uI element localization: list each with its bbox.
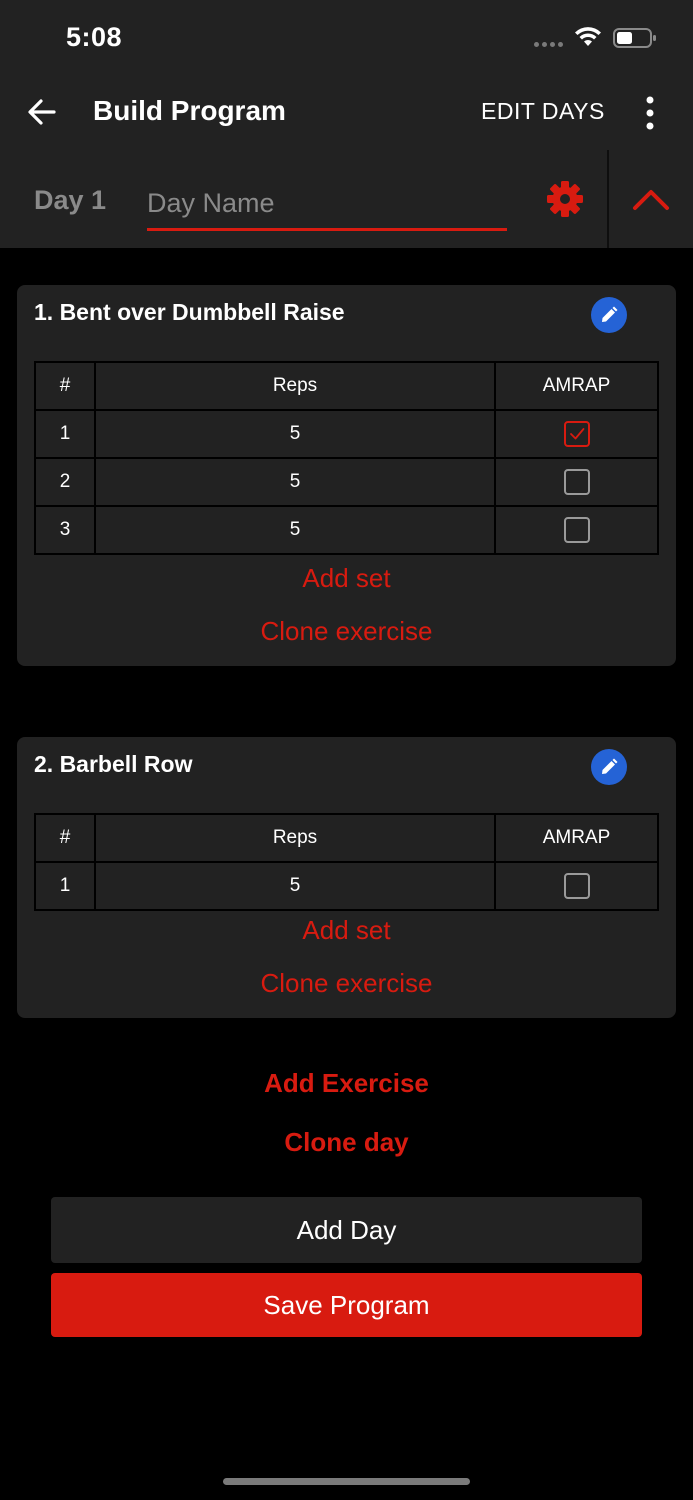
header-num: #: [34, 813, 96, 863]
amrap-cell: [494, 457, 659, 507]
add-set-button[interactable]: Add set: [17, 563, 676, 594]
battery-icon: [613, 28, 656, 48]
edit-exercise-button[interactable]: [591, 749, 627, 785]
set-number: 2: [34, 457, 96, 507]
amrap-cell: [494, 861, 659, 911]
signal-icon: [534, 42, 563, 47]
more-vertical-icon[interactable]: [636, 94, 664, 132]
amrap-checkbox[interactable]: [563, 421, 590, 447]
table-row: 1 5: [34, 409, 659, 459]
back-arrow-icon[interactable]: [26, 96, 58, 128]
header-reps: Reps: [94, 361, 496, 411]
set-number: 1: [34, 861, 96, 911]
amrap-cell: [494, 505, 659, 555]
set-number: 1: [34, 409, 96, 459]
header-num: #: [34, 361, 96, 411]
table-header-row: # Reps AMRAP: [34, 361, 659, 411]
add-day-button[interactable]: Add Day: [51, 1197, 642, 1263]
gear-icon[interactable]: [546, 180, 584, 218]
add-exercise-button[interactable]: Add Exercise: [0, 1068, 693, 1099]
pencil-icon: [602, 758, 618, 774]
set-reps[interactable]: 5: [94, 861, 496, 911]
edit-days-button[interactable]: EDIT DAYS: [481, 98, 605, 125]
exercise-card: 1. Bent over Dumbbell Raise # Reps AMRAP…: [17, 285, 676, 666]
app-bar: Build Program EDIT DAYS: [0, 76, 693, 150]
wifi-icon: [575, 27, 601, 46]
home-indicator[interactable]: [223, 1478, 470, 1485]
set-reps[interactable]: 5: [94, 505, 496, 555]
set-number: 3: [34, 505, 96, 555]
add-set-button[interactable]: Add set: [17, 915, 676, 946]
exercise-title: 1. Bent over Dumbbell Raise: [34, 299, 345, 325]
header-amrap: AMRAP: [494, 361, 659, 411]
exercise-card: 2. Barbell Row # Reps AMRAP 1 5 Add set …: [17, 737, 676, 1018]
day-label: Day 1: [34, 185, 107, 215]
set-reps[interactable]: 5: [94, 457, 496, 507]
header-amrap: AMRAP: [494, 813, 659, 863]
sets-table: # Reps AMRAP 1 5: [34, 813, 659, 911]
clone-day-button[interactable]: Clone day: [0, 1127, 693, 1158]
day-name-input[interactable]: [147, 178, 507, 231]
clone-exercise-button[interactable]: Clone exercise: [17, 968, 676, 999]
table-header-row: # Reps AMRAP: [34, 813, 659, 863]
pencil-icon: [602, 306, 618, 322]
amrap-cell: [494, 409, 659, 459]
day-row-divider: [607, 150, 609, 248]
exercise-title: 2. Barbell Row: [34, 751, 193, 777]
edit-exercise-button[interactable]: [591, 297, 627, 333]
clone-exercise-button[interactable]: Clone exercise: [17, 616, 676, 647]
status-time: 5:08: [66, 22, 123, 52]
page-title: Build Program: [93, 95, 286, 126]
header-reps: Reps: [94, 813, 496, 863]
table-row: 3 5: [34, 505, 659, 555]
set-reps[interactable]: 5: [94, 409, 496, 459]
amrap-checkbox[interactable]: [563, 517, 590, 543]
status-bar: 5:08: [0, 0, 693, 76]
table-row: 2 5: [34, 457, 659, 507]
table-row: 1 5: [34, 861, 659, 911]
save-program-button[interactable]: Save Program: [51, 1273, 642, 1337]
checkmark-icon: [569, 428, 584, 440]
chevron-up-icon[interactable]: [632, 186, 670, 212]
amrap-checkbox[interactable]: [563, 873, 590, 899]
sets-table: # Reps AMRAP 1 5 2 5 3 5: [34, 361, 659, 555]
amrap-checkbox[interactable]: [563, 469, 590, 495]
day-tab-row: Day 1: [0, 150, 693, 248]
